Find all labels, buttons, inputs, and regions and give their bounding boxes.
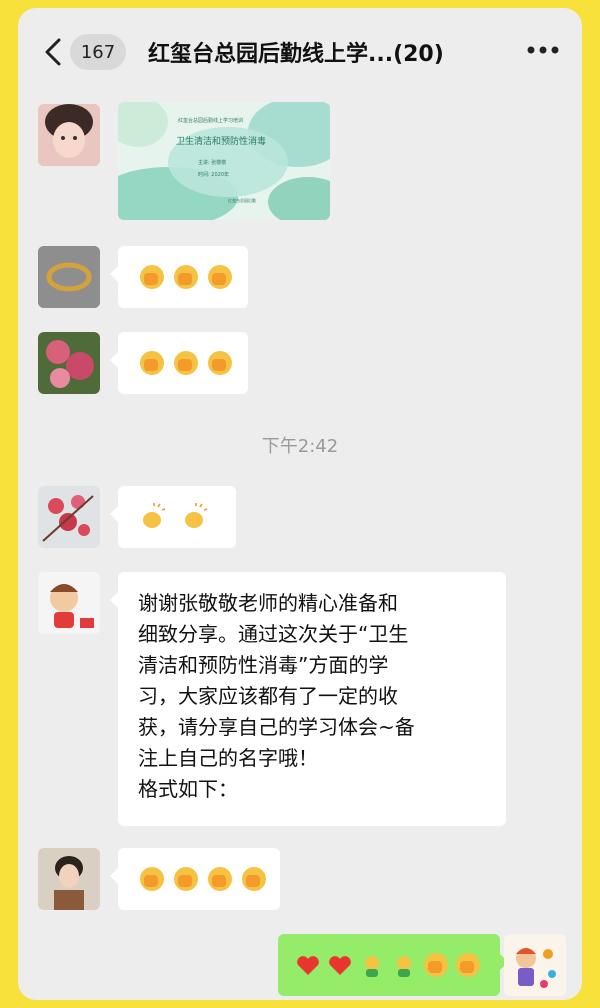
emoji-bubble[interactable]: [110, 486, 236, 548]
back-arrow-icon[interactable]: [44, 38, 62, 66]
sprout-icon: [397, 956, 411, 977]
message-row-self: [18, 934, 582, 998]
fist-icon: [424, 953, 448, 977]
fist-icon: [174, 867, 198, 891]
sprout-icon: [365, 956, 379, 977]
fist-icon: [208, 867, 232, 891]
image-footer: 红玺台总园后勤: [228, 197, 256, 203]
more-dots-icon[interactable]: [526, 40, 560, 60]
message-row: [18, 246, 582, 310]
emoji-bubble[interactable]: [110, 246, 248, 308]
text-bubble[interactable]: 谢谢张敬敬老师的精心准备和 细致分享。通过这次关于“卫生 清洁和预防性消毒”方面…: [110, 572, 506, 826]
chat-screen: 167 红玺台总园后勤线上学...(20) 红玺台总园后勤线上学习培训 卫生清洁…: [18, 8, 582, 1000]
fist-icon: [140, 867, 164, 891]
fist-icon: [174, 351, 198, 375]
shared-image[interactable]: 红玺台总园后勤线上学习培训 卫生清洁和预防性消毒 主讲: 张敬敬 时间: 202…: [118, 102, 330, 220]
image-line1: 主讲: 张敬敬: [198, 159, 226, 166]
message-row: 谢谢张敬敬老师的精心准备和 细致分享。通过这次关于“卫生 清洁和预防性消毒”方面…: [18, 572, 582, 828]
fist-icon: [174, 265, 198, 289]
emoji-bubble[interactable]: [110, 332, 248, 394]
chat-title: 红玺台总园后勤线上学...(20): [148, 42, 444, 67]
emoji-bubble-self[interactable]: [278, 934, 508, 996]
message-row: [18, 486, 582, 550]
avatar-self[interactable]: [504, 934, 566, 996]
heart-icon: [329, 956, 351, 975]
avatar[interactable]: [38, 104, 100, 166]
clap-icon: [185, 503, 208, 528]
timestamp: 下午2:42: [261, 436, 339, 457]
fist-icon: [208, 351, 232, 375]
image-top-text: 红玺台总园后勤线上学习培训: [178, 117, 243, 124]
avatar[interactable]: [38, 486, 100, 548]
clap-icon: [143, 503, 166, 528]
message-text: 谢谢张敬敬老师的精心准备和 细致分享。通过这次关于“卫生 清洁和预防性消毒”方面…: [138, 591, 415, 801]
image-headline: 卫生清洁和预防性消毒: [176, 135, 266, 147]
avatar[interactable]: [38, 332, 100, 394]
image-line2: 时间: 2020年: [198, 171, 229, 178]
unread-count-badge[interactable]: 167: [70, 34, 126, 70]
fist-icon: [456, 953, 480, 977]
avatar[interactable]: [38, 848, 100, 910]
message-row: [18, 332, 582, 396]
chat-header: 167 红玺台总园后勤线上学...(20): [18, 8, 582, 92]
emoji-bubble[interactable]: [110, 848, 280, 910]
fist-icon: [140, 265, 164, 289]
avatar[interactable]: [38, 572, 100, 634]
fist-icon: [242, 867, 266, 891]
heart-icon: [297, 956, 319, 975]
avatar[interactable]: [38, 246, 100, 308]
fist-icon: [208, 265, 232, 289]
message-row: 红玺台总园后勤线上学习培训 卫生清洁和预防性消毒 主讲: 张敬敬 时间: 202…: [18, 102, 582, 222]
message-row: [18, 848, 582, 912]
fist-icon: [140, 351, 164, 375]
